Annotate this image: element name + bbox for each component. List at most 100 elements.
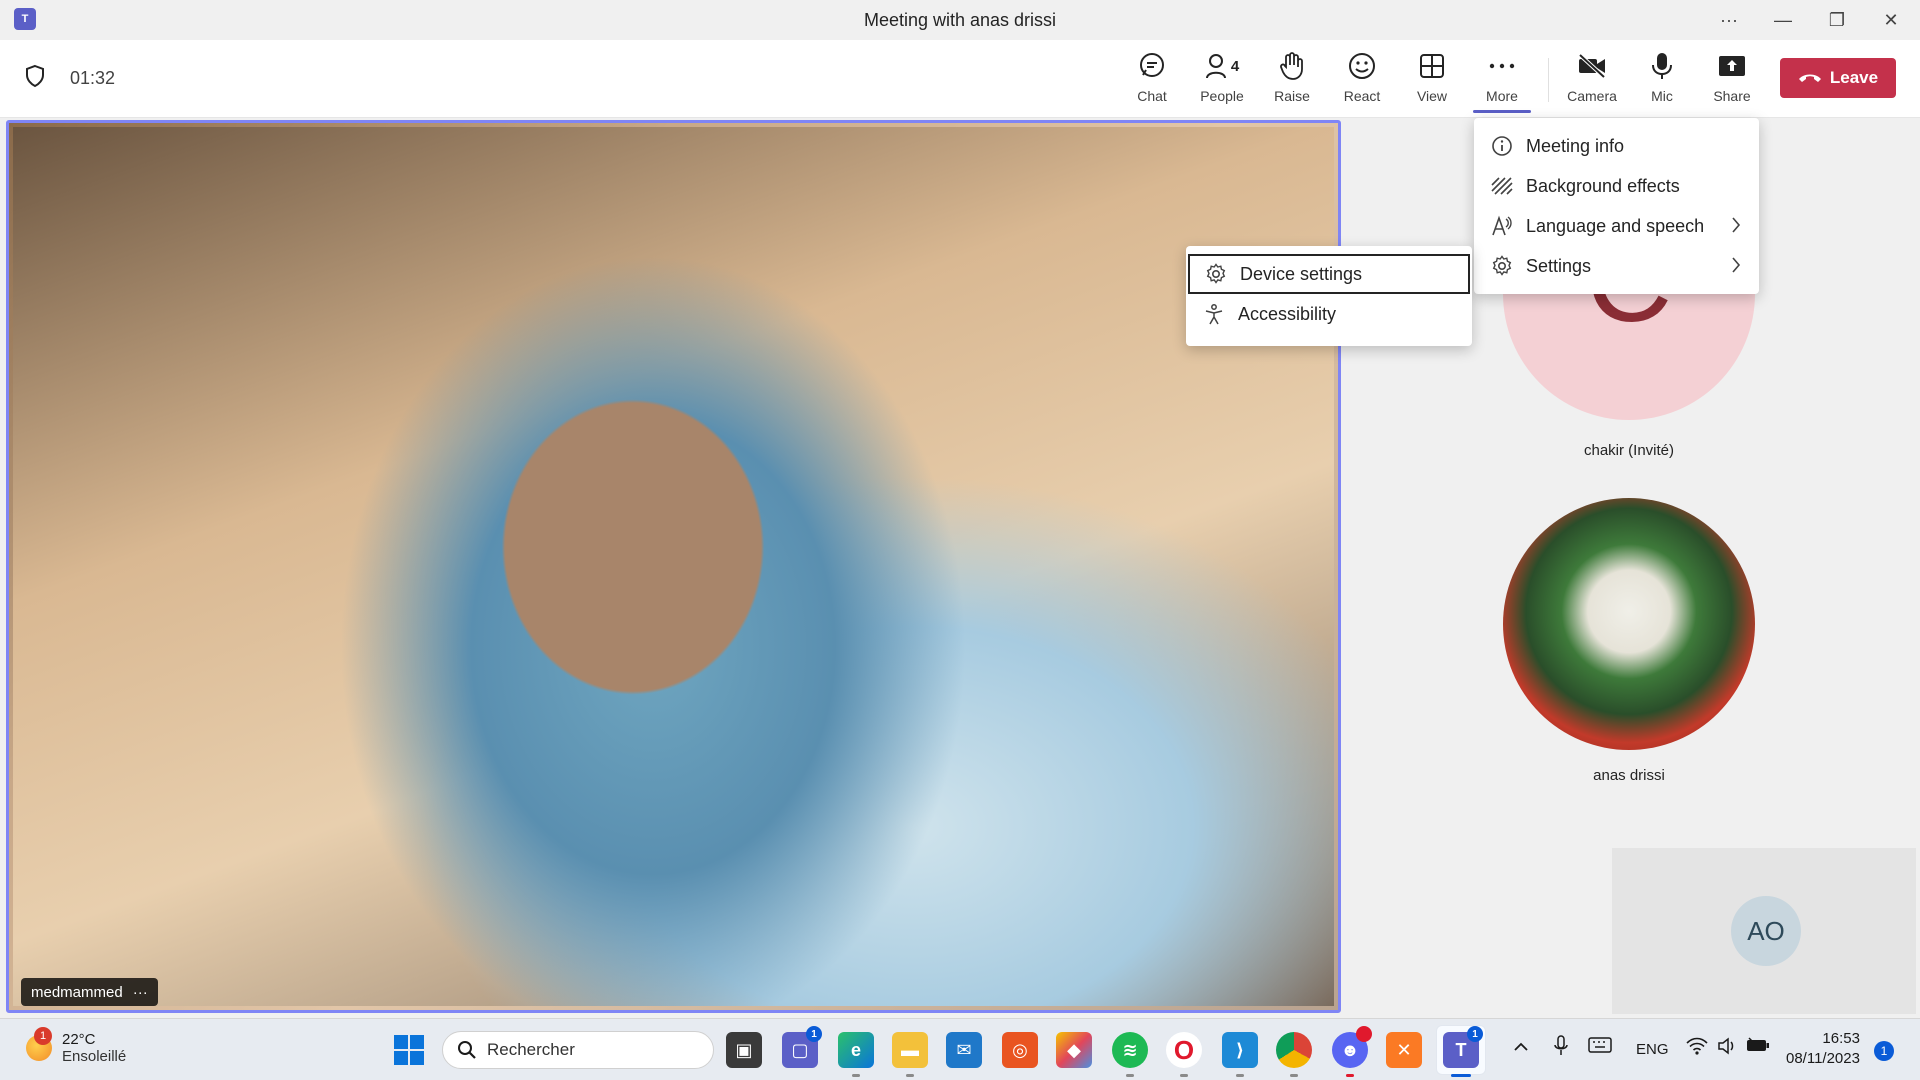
shield-icon[interactable]	[24, 64, 46, 93]
leave-label: Leave	[1829, 68, 1879, 87]
camera-off-icon	[1577, 48, 1607, 84]
people-label: People	[1200, 88, 1244, 104]
info-icon	[1490, 134, 1514, 158]
input-language[interactable]: ENG	[1636, 1041, 1669, 1058]
windows-taskbar: 1 22°C Ensoleillé Rechercher ▣ ▢ 1 e ▬ ✉ …	[0, 1018, 1920, 1080]
participant-options-icon[interactable]: ···	[133, 984, 148, 1001]
teams-taskbar-icon[interactable]: T1	[1443, 1026, 1483, 1077]
search-placeholder: Rechercher	[487, 1040, 575, 1059]
title-bar: T Meeting with anas drissi ··· — ❐ ✕	[0, 0, 1920, 40]
vscode-icon[interactable]: ⟩	[1222, 1032, 1258, 1077]
share-label: Share	[1713, 88, 1751, 104]
react-label: React	[1343, 88, 1381, 104]
video-name-tag: medmammed ···	[21, 978, 158, 1006]
windows-logo-icon	[394, 1035, 408, 1049]
participant-name-anas: anas drissi	[1593, 767, 1665, 784]
edge-icon[interactable]: e	[838, 1032, 874, 1077]
menu-item-meeting-info[interactable]: Meeting info	[1474, 126, 1759, 166]
window-more-icon[interactable]: ···	[1706, 4, 1752, 36]
share-button[interactable]: Share	[1700, 48, 1764, 112]
app-icon[interactable]: ◆	[1056, 1032, 1092, 1068]
ellipsis-icon	[1488, 48, 1516, 84]
gear-icon	[1490, 254, 1514, 278]
react-button[interactable]: React	[1330, 48, 1394, 112]
chat-app-icon[interactable]: ▢ 1	[782, 1026, 822, 1068]
chat-button[interactable]: Chat	[1120, 48, 1184, 112]
battery-icon[interactable]	[1746, 1037, 1770, 1057]
main-video-tile[interactable]: medmammed ···	[6, 120, 1341, 1013]
settings-submenu: Device settings Accessibility	[1186, 246, 1472, 346]
volume-icon[interactable]	[1718, 1037, 1738, 1059]
start-button[interactable]	[394, 1035, 424, 1065]
spotify-icon[interactable]: ≋	[1112, 1032, 1148, 1077]
smiley-icon	[1348, 48, 1376, 84]
restore-button[interactable]: ❐	[1814, 4, 1860, 36]
weather-badge: 1	[34, 1027, 52, 1045]
video-participant-name: medmammed	[31, 983, 123, 1001]
menu-item-background-effects[interactable]: Background effects	[1474, 166, 1759, 206]
mic-icon	[1651, 48, 1673, 84]
people-count: 4	[1230, 57, 1240, 75]
menu-item-label: Language and speech	[1526, 215, 1705, 236]
menu-item-label: Background effects	[1526, 175, 1680, 196]
camera-label: Camera	[1567, 88, 1617, 104]
chevron-up-icon[interactable]	[1514, 1039, 1528, 1056]
wifi-icon[interactable]	[1686, 1037, 1708, 1059]
ubuntu-icon[interactable]: ◎	[1002, 1032, 1038, 1068]
weather-widget[interactable]: 1 22°C Ensoleillé	[26, 1027, 127, 1065]
task-view-icon[interactable]: ▣	[726, 1032, 762, 1068]
chrome-icon[interactable]	[1276, 1032, 1312, 1077]
view-button[interactable]: View	[1400, 48, 1464, 112]
chat-icon	[1138, 48, 1166, 84]
file-explorer-icon[interactable]: ▬	[892, 1032, 928, 1077]
participant-name-chakir: chakir (Invité)	[1583, 442, 1675, 459]
menu-item-language-speech[interactable]: Language and speech	[1474, 206, 1759, 246]
xampp-icon[interactable]: ✕	[1386, 1032, 1422, 1068]
weather-temp: 22°C	[62, 1031, 96, 1048]
raise-hand-button[interactable]: Raise	[1260, 48, 1324, 112]
leave-button[interactable]: Leave	[1780, 58, 1896, 98]
mail-icon[interactable]: ✉	[946, 1032, 982, 1068]
discord-icon[interactable]: ☻	[1332, 1026, 1372, 1077]
keyboard-icon[interactable]	[1588, 1037, 1612, 1057]
clock-time: 16:53	[1822, 1030, 1860, 1047]
discord-badge	[1356, 1026, 1372, 1042]
participant-avatar-anas[interactable]	[1503, 498, 1755, 750]
language-icon	[1490, 214, 1514, 238]
phone-hangup-icon	[1798, 74, 1821, 82]
self-preview-tile[interactable]: AO	[1612, 848, 1916, 1014]
close-button[interactable]: ✕	[1868, 4, 1914, 36]
more-menu: Meeting info Background effects Language…	[1474, 118, 1759, 294]
menu-item-accessibility[interactable]: Accessibility	[1186, 294, 1472, 334]
more-label: More	[1486, 88, 1518, 104]
menu-item-label: Settings	[1526, 255, 1592, 276]
notification-badge[interactable]: 1	[1874, 1041, 1894, 1061]
menu-item-label: Accessibility	[1238, 303, 1337, 324]
gear-icon	[1204, 262, 1228, 286]
people-button[interactable]: 4 People	[1190, 48, 1254, 112]
more-active-indicator	[1473, 110, 1531, 113]
meeting-timer: 01:32	[70, 68, 116, 88]
mic-button[interactable]: Mic	[1630, 48, 1694, 112]
mic-tray-icon[interactable]	[1554, 1035, 1568, 1061]
taskbar-search[interactable]: Rechercher	[442, 1031, 714, 1069]
minimize-button[interactable]: —	[1760, 4, 1806, 36]
hand-icon	[1279, 48, 1305, 84]
people-icon: 4	[1205, 48, 1239, 84]
more-button[interactable]: More	[1470, 48, 1534, 112]
menu-item-label: Device settings	[1240, 263, 1363, 284]
menu-item-settings[interactable]: Settings	[1474, 246, 1759, 286]
weather-desc: Ensoleillé	[62, 1048, 127, 1065]
accessibility-icon	[1202, 302, 1226, 326]
menu-item-device-settings[interactable]: Device settings	[1188, 254, 1470, 294]
camera-button[interactable]: Camera	[1560, 48, 1624, 112]
opera-icon[interactable]: O	[1166, 1032, 1202, 1077]
chat-badge: 1	[806, 1026, 822, 1042]
toolbar-divider	[1548, 58, 1549, 102]
background-effects-icon	[1490, 174, 1514, 198]
clock-date: 08/11/2023	[1786, 1050, 1860, 1067]
grid-view-icon	[1419, 48, 1445, 84]
raise-label: Raise	[1274, 88, 1310, 104]
system-clock[interactable]: 16:53 08/11/2023	[1786, 1029, 1860, 1069]
mic-label: Mic	[1651, 88, 1673, 104]
